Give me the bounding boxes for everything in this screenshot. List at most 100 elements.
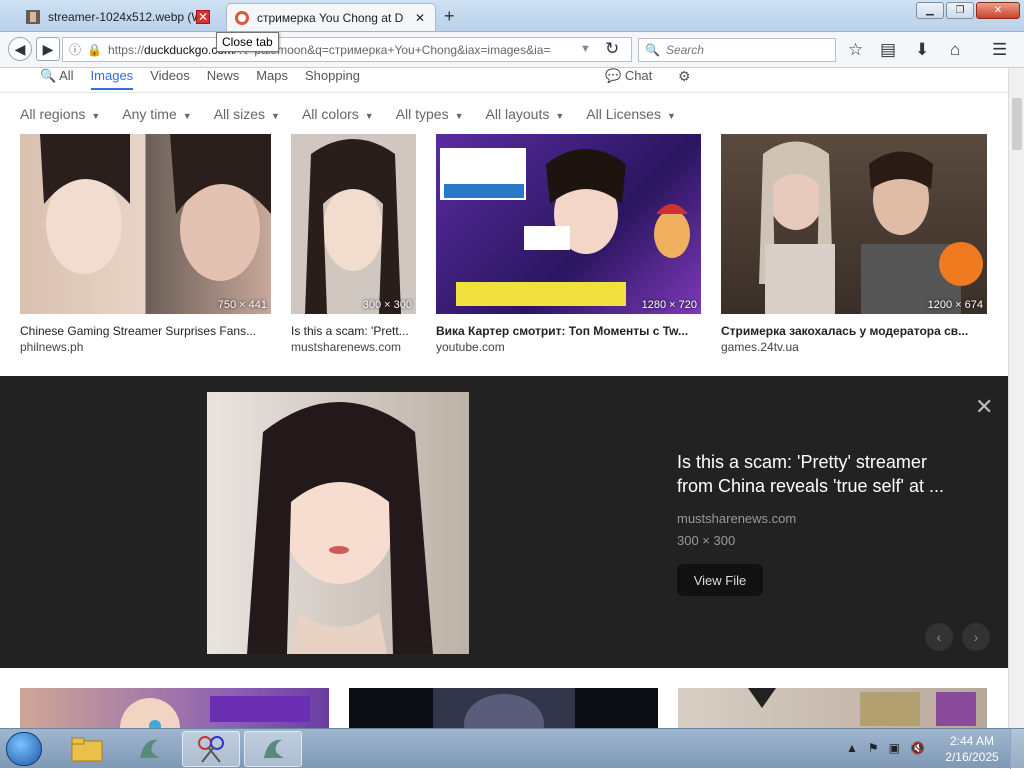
new-tab-button[interactable]: + bbox=[444, 6, 455, 27]
nav-divider bbox=[0, 92, 1008, 93]
close-tab-icon[interactable]: ✕ bbox=[413, 11, 427, 25]
window-controls: ▁ ❐ ✕ bbox=[916, 2, 1020, 19]
filter-color-label: All colors bbox=[301, 106, 359, 122]
show-desktop-button[interactable] bbox=[1010, 729, 1024, 769]
filter-type[interactable]: All types ▼ bbox=[396, 106, 464, 122]
lock-icon: 🔒 bbox=[87, 42, 102, 57]
bookmarks-list-icon[interactable]: ▤ bbox=[880, 40, 896, 60]
filter-layout[interactable]: All layouts ▼ bbox=[486, 106, 565, 122]
result-title[interactable]: Is this a scam: 'Prett... bbox=[291, 324, 416, 338]
result-thumbnail[interactable]: 1280 × 720 bbox=[436, 134, 701, 314]
image-dimensions: 750 × 441 bbox=[217, 299, 267, 311]
folder-icon bbox=[71, 737, 103, 762]
result-thumbnail[interactable]: 750 × 441 bbox=[20, 134, 271, 314]
menu-icon[interactable]: ☰ bbox=[992, 40, 1007, 60]
reload-icon[interactable]: ↻ bbox=[605, 39, 619, 59]
tab-videos[interactable]: Videos bbox=[150, 68, 190, 90]
tab-news[interactable]: News bbox=[207, 68, 240, 90]
image-dimensions: 1200 × 674 bbox=[927, 299, 983, 311]
image-result[interactable]: 1280 × 720 Вика Картер смотрит: Топ Моме… bbox=[436, 134, 701, 354]
system-tray: ▲ ⚑ ▣ 🔇 bbox=[846, 741, 925, 755]
forward-button[interactable]: ▶ bbox=[36, 37, 60, 61]
close-tab-tooltip: Close tab bbox=[216, 32, 279, 52]
detail-dimensions: 300 × 300 bbox=[677, 533, 736, 548]
filter-region[interactable]: All regions ▼ bbox=[20, 106, 100, 122]
filter-license-label: All Licenses bbox=[586, 106, 661, 122]
next-arrow-icon[interactable]: › bbox=[962, 623, 990, 651]
filter-color[interactable]: All colors ▼ bbox=[302, 106, 374, 122]
tab-images[interactable]: Images bbox=[90, 68, 134, 90]
maximize-button[interactable]: ❐ bbox=[946, 2, 974, 19]
filter-type-label: All types bbox=[395, 106, 449, 122]
filter-time-label: Any time bbox=[122, 106, 177, 122]
minimize-button[interactable]: ▁ bbox=[916, 2, 944, 19]
tab-duckduckgo-search[interactable]: стримерка You Chong at D ✕ bbox=[226, 3, 436, 31]
dropdown-icon[interactable]: ▼ bbox=[580, 43, 591, 55]
settings-gear-icon[interactable]: ⚙ bbox=[678, 68, 691, 85]
pale-moon-icon[interactable] bbox=[120, 731, 178, 767]
video-thumbnail-icon bbox=[440, 148, 690, 306]
bookmark-star-icon[interactable]: ☆ bbox=[848, 40, 863, 60]
info-icon[interactable]: ⓘ bbox=[69, 41, 81, 58]
image-dimensions: 300 × 300 bbox=[362, 299, 412, 311]
clock-date: 2/16/2025 bbox=[945, 750, 999, 764]
image-result[interactable]: 750 × 441 Chinese Gaming Streamer Surpri… bbox=[20, 134, 271, 354]
filter-bar: All regions ▼ Any time ▼ All sizes ▼ All co… bbox=[20, 106, 676, 122]
downloads-icon[interactable]: ⬇ bbox=[915, 40, 929, 60]
portrait-photo-icon bbox=[305, 139, 401, 314]
detail-domain[interactable]: mustsharenews.com bbox=[677, 511, 796, 526]
result-title[interactable]: Chinese Gaming Streamer Surprises Fans..… bbox=[20, 324, 271, 338]
volume-muted-icon[interactable]: 🔇 bbox=[910, 741, 925, 755]
home-icon[interactable]: ⌂ bbox=[950, 40, 960, 60]
result-thumbnail[interactable]: 300 × 300 bbox=[291, 134, 416, 314]
result-domain: mustsharenews.com bbox=[291, 340, 402, 354]
image-result[interactable]: 1200 × 674 Стримерка закохалась у модера… bbox=[721, 134, 987, 354]
close-window-button[interactable]: ✕ bbox=[976, 2, 1020, 19]
page-scrollbar[interactable] bbox=[1008, 68, 1024, 728]
filter-size-label: All sizes bbox=[213, 106, 266, 122]
back-button[interactable]: ◀ bbox=[8, 37, 32, 61]
network-icon[interactable]: ▣ bbox=[889, 741, 900, 755]
action-center-flag-icon[interactable]: ⚑ bbox=[868, 741, 879, 755]
chevron-down-icon: ▼ bbox=[555, 111, 565, 121]
chevron-down-icon: ▼ bbox=[454, 111, 464, 121]
portrait-photo-icon bbox=[120, 696, 310, 728]
chat-button[interactable]: 💬 Chat bbox=[605, 68, 652, 84]
filter-time[interactable]: Any time ▼ bbox=[122, 106, 191, 122]
detail-title[interactable]: Is this a scam: 'Pretty' streamer from C… bbox=[677, 450, 967, 498]
show-hidden-icons-icon[interactable]: ▲ bbox=[846, 741, 858, 755]
previous-arrow-icon[interactable]: ‹ bbox=[925, 623, 953, 651]
chat-icon: 💬 bbox=[605, 68, 622, 83]
file-explorer-icon[interactable] bbox=[58, 731, 116, 767]
start-button[interactable] bbox=[6, 732, 42, 766]
search-input[interactable]: 🔍 Search bbox=[638, 38, 836, 62]
chat-label: Chat bbox=[624, 68, 653, 83]
tab-maps[interactable]: Maps bbox=[256, 68, 288, 90]
streamers-photo-icon bbox=[759, 141, 983, 314]
portrait-photo-icon bbox=[40, 134, 271, 281]
pale-moon-window-icon[interactable] bbox=[244, 731, 302, 767]
browser-toolbar: ◀ ▶ ⓘ 🔒 https:// duckduckgo.com /?t=pale… bbox=[0, 32, 1024, 68]
system-clock[interactable]: 2:44 AM 2/16/2025 bbox=[942, 733, 1002, 765]
dragon-app-icon bbox=[264, 739, 284, 758]
image-result-thumbnail[interactable] bbox=[678, 688, 987, 728]
chevron-down-icon: ▼ bbox=[91, 111, 101, 121]
view-file-button[interactable]: View File bbox=[677, 564, 763, 596]
image-result[interactable]: 300 × 300 Is this a scam: 'Prett... must… bbox=[291, 134, 416, 354]
tab-all[interactable]: 🔍 All bbox=[40, 68, 74, 90]
url-bar[interactable]: ⓘ 🔒 https:// duckduckgo.com /?t=palemoon… bbox=[62, 37, 632, 62]
filter-license[interactable]: All Licenses ▼ bbox=[586, 106, 676, 122]
tab-streamer-image[interactable]: streamer-1024x512.webp (W ✕ bbox=[18, 3, 218, 31]
result-thumbnail[interactable]: 1200 × 674 bbox=[721, 134, 987, 314]
result-title[interactable]: Вика Картер смотрит: Топ Моменты с Tw... bbox=[436, 324, 701, 338]
close-detail-icon[interactable]: ✕ bbox=[975, 394, 993, 420]
scrollbar-thumb[interactable] bbox=[1012, 98, 1022, 150]
result-title[interactable]: Стримерка закохалась у модератора св... bbox=[721, 324, 987, 338]
close-tab-icon[interactable]: ✕ bbox=[196, 10, 210, 24]
image-result-thumbnail[interactable] bbox=[349, 688, 658, 728]
filter-size[interactable]: All sizes ▼ bbox=[214, 106, 280, 122]
paint-app-icon[interactable] bbox=[182, 731, 240, 767]
tab-shopping[interactable]: Shopping bbox=[305, 68, 360, 90]
detail-image[interactable] bbox=[207, 392, 469, 654]
image-result-thumbnail[interactable] bbox=[20, 688, 329, 728]
